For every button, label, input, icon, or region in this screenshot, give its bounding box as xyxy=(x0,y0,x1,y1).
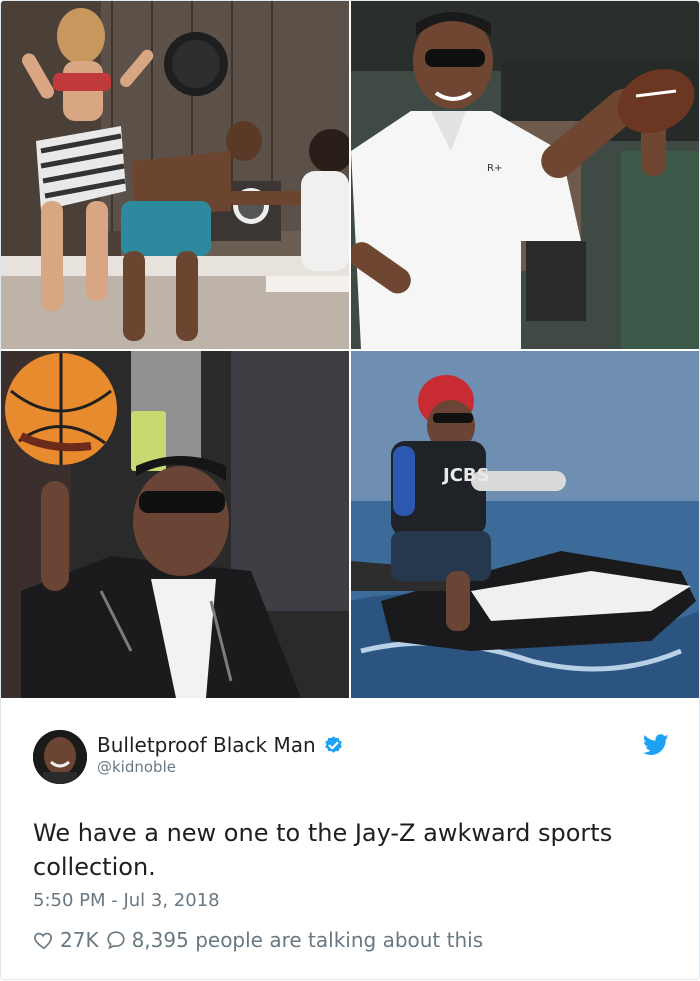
verified-badge-icon xyxy=(323,735,344,756)
tweet-timestamp[interactable]: 5:50 PM - Jul 3, 2018 xyxy=(33,890,220,911)
photo-basketball[interactable] xyxy=(1,351,349,698)
avatar-image xyxy=(33,730,87,784)
photo-jet-ski[interactable]: JCBS xyxy=(351,351,699,698)
tweet-header: Bulletproof Black Man @kidnoble xyxy=(33,730,673,786)
photo-football[interactable]: R+ xyxy=(351,1,699,349)
photo-grid: R+ JCBS xyxy=(1,1,699,698)
photo-jet-ski-image: JCBS xyxy=(351,351,699,698)
photo-pool-jump[interactable] xyxy=(1,1,349,349)
photo-pool-jump-image xyxy=(1,1,349,349)
speech-bubble-icon[interactable] xyxy=(105,929,127,951)
name-row: Bulletproof Black Man xyxy=(97,732,344,758)
tweet-card[interactable]: R+ JCBS Bulletproof Black Man @kidnoble … xyxy=(0,0,700,980)
tweet-text: We have a new one to the Jay-Z awkward s… xyxy=(33,819,613,881)
twitter-bird-icon[interactable] xyxy=(642,734,669,756)
tweet-actions: 27K 8,395 people are talking about this xyxy=(33,925,489,955)
heart-icon[interactable] xyxy=(33,929,55,951)
photo-basketball-image xyxy=(1,351,349,698)
like-count[interactable]: 27K xyxy=(60,928,99,952)
avatar[interactable] xyxy=(33,730,87,784)
display-name[interactable]: Bulletproof Black Man xyxy=(97,733,316,757)
user-handle[interactable]: @kidnoble xyxy=(97,758,176,776)
photo-football-image: R+ xyxy=(351,1,699,349)
replies-text[interactable]: 8,395 people are talking about this xyxy=(132,928,484,952)
vest-text: JCBS xyxy=(441,465,490,486)
jersey-text: R+ xyxy=(487,163,502,174)
